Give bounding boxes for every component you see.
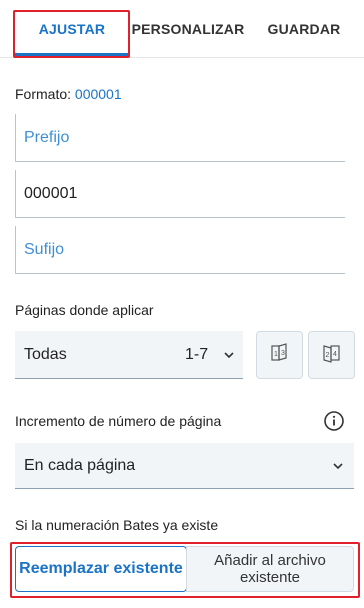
replace-existing-button[interactable]: Reemplazar existente <box>15 546 187 592</box>
pages-label: Páginas donde aplicar <box>15 302 154 318</box>
existing-bates-label: Si la numeración Bates ya existe <box>15 517 219 533</box>
number-field[interactable] <box>15 170 345 218</box>
format-value[interactable]: 000001 <box>75 86 122 102</box>
number-input[interactable] <box>24 184 345 203</box>
increment-select-value: En cada página <box>24 457 136 474</box>
odd-pages-icon: 1 3 <box>269 342 291 369</box>
format-label: Formato: <box>15 86 72 102</box>
svg-text:2: 2 <box>325 352 329 359</box>
suffix-field[interactable] <box>15 226 345 274</box>
increment-label: Incremento de número de página <box>15 413 222 429</box>
increment-select[interactable]: En cada página <box>15 443 354 489</box>
tab-personalizar[interactable]: PERSONALIZAR <box>130 0 246 58</box>
chevron-down-icon <box>333 461 343 471</box>
odd-pages-button[interactable]: 1 3 <box>256 331 303 379</box>
pages-select[interactable]: Todas 1-7 <box>15 331 243 379</box>
tab-guardar[interactable]: GUARDAR <box>252 0 356 58</box>
append-existing-button[interactable]: Añadir al archivo existente <box>186 546 354 592</box>
format-line: Formato: 000001 <box>15 86 122 102</box>
prefix-input[interactable] <box>24 128 345 147</box>
prefix-field[interactable] <box>15 114 345 162</box>
active-tab-indicator <box>14 53 130 56</box>
suffix-input[interactable] <box>24 240 345 259</box>
svg-text:1: 1 <box>274 351 278 358</box>
even-pages-icon: 2 4 <box>321 342 343 369</box>
tab-ajustar[interactable]: AJUSTAR <box>14 0 130 58</box>
svg-text:4: 4 <box>333 351 337 358</box>
tab-bar: AJUSTAR PERSONALIZAR GUARDAR <box>0 0 364 58</box>
svg-text:3: 3 <box>281 350 285 357</box>
pages-range: 1-7 <box>185 345 209 363</box>
even-pages-button[interactable]: 2 4 <box>308 331 355 379</box>
chevron-down-icon <box>224 350 234 360</box>
pages-select-value: Todas <box>24 345 67 363</box>
info-icon[interactable] <box>323 410 345 432</box>
